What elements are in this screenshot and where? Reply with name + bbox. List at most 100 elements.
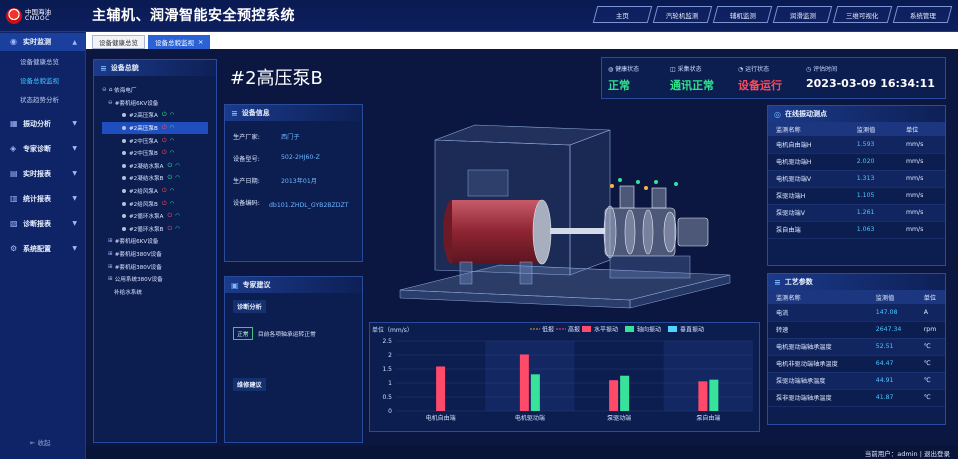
- vibration-table: 监测名称 监测值 单位 电机自由端H 1.593 mm/s 电机驱动端H 2.020 mm/…: [768, 122, 945, 239]
- clock-icon: ◷: [806, 66, 812, 73]
- bar-轴向振动: [709, 379, 719, 411]
- legend-swatch: [582, 326, 591, 332]
- tab-health[interactable]: 设备健康总览: [92, 35, 145, 49]
- y-tick-label: 2: [388, 352, 392, 359]
- tree-pump[interactable]: #2中压泵B ⏻ ◠: [102, 147, 216, 160]
- list-icon: ≡: [774, 277, 781, 287]
- process-table: 监测名称 监测值 单位 电流 147.08 A 转速 2647.34 rpm 电机驱动端轴承…: [768, 290, 945, 407]
- tree-pump[interactable]: #2给风泵B ⏻ ◠: [102, 197, 216, 210]
- device-info-head: ≡ 设备信息: [225, 105, 362, 121]
- status-bar: ◍ 健康状态 正常 ◫ 采集状态 通讯正常 ◔ 运行状态 设备运行 ◷ 评估时间…: [601, 57, 946, 99]
- tree-pump[interactable]: #2循环水泵A ⏻ ◠: [102, 210, 216, 223]
- table-row: 泵非驱动端轴承温度 41.87 ℃: [768, 389, 945, 407]
- nav-turbine[interactable]: 汽轮机监测: [652, 6, 713, 23]
- power-off-icon: ⏻: [161, 199, 167, 207]
- wifi-icon: ◠: [175, 225, 181, 232]
- tree-pump[interactable]: #2高压泵A ⏻ ◠: [102, 109, 216, 122]
- tree-root[interactable]: ⊖ ⌂ 依海电厂: [102, 84, 216, 97]
- diag-status-text: 目前各项轴承运转正常: [257, 332, 316, 338]
- top-header: 中国海油 CNOOC 主辅机、润滑智能安全预控系统 主页 汽轮机监测 辅机监测 …: [0, 0, 958, 32]
- tree-group[interactable]: ⊞ #套机组380V设备: [102, 260, 216, 273]
- nav-3d[interactable]: 三维可视化: [832, 6, 893, 23]
- chevron-down-icon: ▼: [72, 220, 77, 227]
- collapse-button[interactable]: ⇤ 收起: [30, 437, 51, 447]
- category-band: [485, 341, 575, 411]
- stats-icon: ▥: [10, 193, 18, 203]
- user-info[interactable]: 当前用户：admin | 退出登录: [865, 448, 950, 458]
- info-row-model: 设备型号: 502-2HJ60-Z: [233, 154, 320, 163]
- tab-strip: 设备健康总览 设备总貌监视 ×: [86, 32, 958, 49]
- nav-home[interactable]: 主页: [592, 6, 653, 23]
- tree-pump[interactable]: #2给风泵A ⏻ ◠: [102, 185, 216, 198]
- machine-title: #2高压泵B: [230, 68, 323, 89]
- bar-轴向振动: [530, 374, 540, 411]
- table-row: 泵驱动端轴承温度 44.91 ℃: [768, 372, 945, 390]
- y-tick-label: 1: [388, 380, 392, 387]
- tree-group[interactable]: ⊖ #套机组6KV设备: [102, 97, 216, 110]
- expert-icon: ◈: [10, 143, 17, 153]
- bar-轴向振动: [620, 375, 630, 411]
- sidebar-group-expert[interactable]: ◈ 专家诊断 ▼: [0, 136, 85, 161]
- expert-panel: ▣ 专家建议 诊断分析 正常 目前各项轴承运转正常 维修建议: [224, 276, 363, 443]
- tree-group[interactable]: ⊞ 公用系统380V设备: [102, 273, 216, 286]
- legend-label: 轴向振动: [637, 326, 661, 334]
- table-row: 电机驱动端轴承温度 52.51 ℃: [768, 338, 945, 356]
- power-on-icon: ⏻: [167, 174, 173, 182]
- run-icon: ◔: [738, 66, 744, 73]
- tree-pump-selected[interactable]: #2高压泵B ⏻ ◠: [102, 121, 208, 135]
- close-icon[interactable]: ×: [198, 38, 203, 46]
- sidebar-group-diag-report[interactable]: ▧ 诊断报表 ▼: [0, 211, 85, 236]
- sidebar-group-vibration[interactable]: ▦ 振动分析 ▼: [0, 111, 85, 136]
- nav-system[interactable]: 系统管理: [892, 6, 953, 23]
- power-off-icon: ⏻: [161, 136, 167, 144]
- wifi-icon: ◠: [169, 112, 175, 119]
- chart-ylabel: 单位（mm/s）: [372, 326, 413, 334]
- diag-status-badge: 正常: [233, 327, 253, 340]
- tree-group[interactable]: ⊞ #套机组6KV设备: [102, 235, 216, 248]
- power-off-icon: ⏻: [167, 224, 173, 232]
- tree-group[interactable]: 补给水系统: [102, 286, 216, 299]
- gauge-icon: ◎: [774, 109, 781, 119]
- sidebar-item-health[interactable]: 设备健康总览: [0, 51, 85, 70]
- wifi-icon: ◠: [175, 162, 181, 169]
- sidebar-item-overview[interactable]: 设备总貌监视: [0, 70, 85, 89]
- bar-水平振动: [436, 366, 446, 411]
- tree-pump[interactable]: #2循环水泵B ⏻ ◠: [102, 223, 216, 236]
- diag-report-icon: ▧: [10, 218, 18, 228]
- y-tick-label: 1.5: [382, 366, 392, 373]
- eval-time: ◷ 评估时间 2023-03-09 16:34:11: [806, 66, 935, 90]
- sidebar-item-trend[interactable]: 状态趋势分析: [0, 89, 85, 108]
- sidebar-group-realtime[interactable]: ◉ 实时监测 ▲: [0, 33, 85, 51]
- device-tree-panel: ≡ 设备总貌 ⊖ ⌂ 依海电厂 ⊖ #套机组6KV设备 #2高压泵A ⏻ ◠ #2高压泵B…: [93, 59, 217, 443]
- tree-pump[interactable]: #2凝结水泵A ⏻ ◠: [102, 160, 216, 173]
- monitor-icon: ◉: [10, 37, 17, 46]
- device-info-panel: ≡ 设备信息 生产厂家: 西门子 设备型号: 502-2HJ60-Z 生产日期: 201…: [224, 104, 363, 262]
- wifi-icon: ◠: [169, 137, 175, 144]
- info-row-code: 设备编码: db101.ZHDL_GYB2BZDZT: [233, 200, 349, 209]
- sidebar-group-config[interactable]: ⚙ 系统配置 ▼: [0, 236, 85, 261]
- tree-pump[interactable]: #2凝结水泵B ⏻ ◠: [102, 172, 216, 185]
- nav-aux[interactable]: 辅机监测: [712, 6, 773, 23]
- power-off-icon: ⏻: [161, 187, 167, 195]
- top-nav: 主页 汽轮机监测 辅机监测 润滑监测 三维可视化 系统管理: [592, 6, 953, 23]
- chevron-down-icon: ▼: [72, 245, 77, 252]
- sidebar-group-realtime-report[interactable]: ▤ 实时报表 ▼: [0, 161, 85, 186]
- tab-overview[interactable]: 设备总貌监视 ×: [148, 35, 211, 49]
- nav-lube[interactable]: 润滑监测: [772, 6, 833, 23]
- chevron-up-icon: ▲: [72, 38, 77, 46]
- y-tick-label: 2.5: [382, 338, 392, 345]
- bar-水平振动: [609, 380, 619, 411]
- legend-swatch: [625, 326, 634, 332]
- tree-pump[interactable]: #2中压泵A ⏻ ◠: [102, 134, 216, 147]
- sidebar-group-stat-report[interactable]: ▥ 统计报表 ▼: [0, 186, 85, 211]
- tree-group[interactable]: ⊞ #套机组380V设备: [102, 248, 216, 261]
- legend-label: 高报: [568, 326, 580, 334]
- table-row: 转速 2647.34 rpm: [768, 321, 945, 339]
- list-icon: ≡: [100, 63, 107, 73]
- chart-icon: ▦: [10, 118, 18, 128]
- vibration-head: ◎ 在线振动测点: [768, 106, 945, 122]
- logo-mark-icon: [6, 8, 22, 24]
- collapse-icon: ⇤: [30, 439, 36, 447]
- power-off-icon: ⏻: [161, 149, 167, 157]
- legend-label: 垂直振动: [680, 326, 704, 334]
